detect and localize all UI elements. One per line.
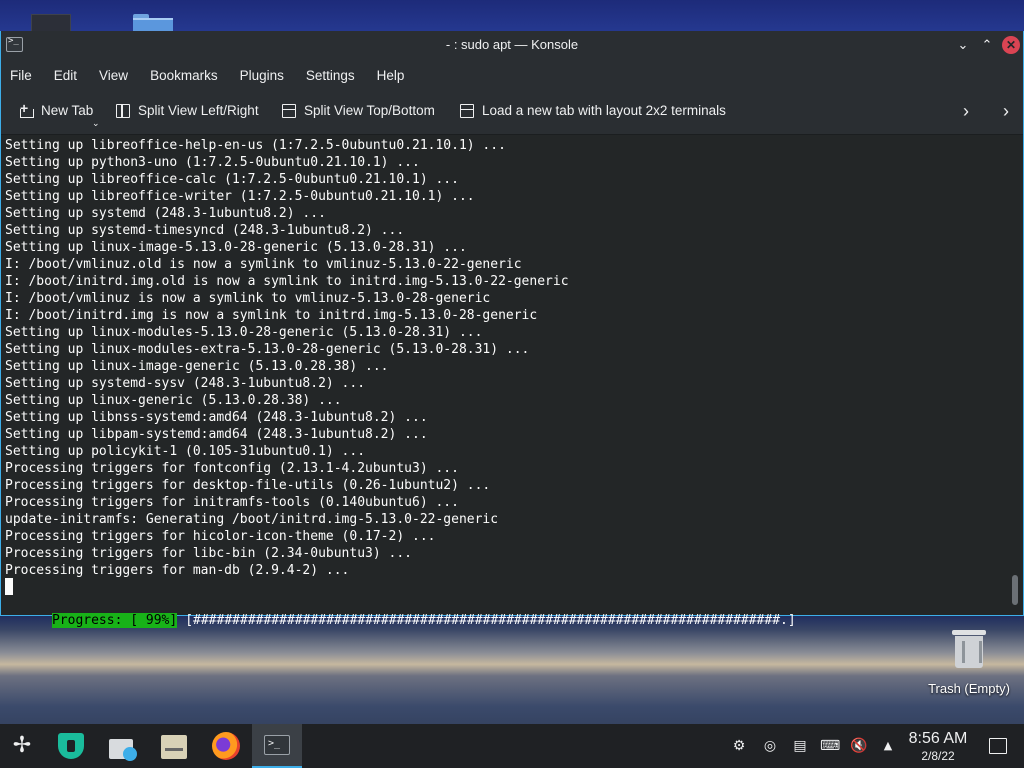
desktop-file-icon[interactable]: [31, 14, 71, 32]
terminal-line: Setting up libreoffice-help-en-us (1:7.2…: [5, 138, 506, 153]
terminal-line: Processing triggers for libc-bin (2.34-0…: [5, 546, 412, 561]
clock-date: 2/8/22: [921, 749, 955, 763]
minimize-button[interactable]: ⌄: [954, 36, 972, 54]
layout-2x2-button[interactable]: Load a new tab with layout 2x2 terminals: [460, 103, 726, 118]
terminal-line: Setting up linux-image-5.13.0-28-generic…: [5, 240, 467, 255]
menu-bar: File Edit View Bookmarks Plugins Setting…: [1, 59, 1023, 91]
terminal-line: I: /boot/initrd.img is now a symlink to …: [5, 308, 538, 323]
konsole-task-button[interactable]: >_: [252, 724, 302, 768]
window-title: - : sudo apt — Konsole: [445, 37, 579, 52]
keyboard-icon[interactable]: ⌨: [820, 737, 840, 755]
menu-edit[interactable]: Edit: [54, 68, 77, 83]
terminal-line: Setting up libpam-systemd:amd64 (248.3-1…: [5, 427, 428, 442]
chevron-right-icon[interactable]: ›: [963, 101, 969, 122]
new-tab-dropdown-icon[interactable]: ⌄: [92, 118, 100, 129]
terminal-cursor: [5, 578, 13, 595]
terminal-line: Processing triggers for desktop-file-uti…: [5, 478, 491, 493]
scrollbar-thumb[interactable]: [1012, 575, 1018, 605]
progress-label: Progress: [ 99%]: [51, 613, 178, 628]
terminal-line: Setting up systemd-timesyncd (248.3-1ubu…: [5, 223, 405, 238]
new-tab-icon: [19, 100, 34, 118]
terminal-line: I: /boot/initrd.img.old is now a symlink…: [5, 274, 569, 289]
layout-icon: [460, 103, 474, 118]
split-horizontal-icon: [282, 103, 296, 118]
maximize-button[interactable]: ⌃: [978, 36, 996, 54]
terminal-output: Setting up libreoffice-help-en-us (1:7.2…: [5, 137, 569, 579]
konsole-window: - : sudo apt — Konsole ⌄ ⌃ ✕ File Edit V…: [0, 31, 1024, 628]
toolbar: New Tab ⌄ Split View Left/Right Split Vi…: [1, 91, 1023, 135]
volume-muted-icon[interactable]: 🔇: [850, 737, 868, 755]
split-left-right-button[interactable]: Split View Left/Right: [116, 103, 259, 118]
new-tab-button[interactable]: New Tab: [19, 100, 94, 118]
software-store-icon[interactable]: [106, 730, 138, 762]
terminal-line: Setting up linux-modules-extra-5.13.0-28…: [5, 342, 530, 357]
menu-help[interactable]: Help: [377, 68, 405, 83]
tray-expand-icon[interactable]: ▲: [879, 737, 897, 755]
terminal-line: Setting up systemd-sysv (248.3-1ubuntu8.…: [5, 376, 366, 391]
terminal-line: Setting up systemd (248.3-1ubuntu8.2) ..…: [5, 206, 326, 221]
application-launcher-icon[interactable]: ✢: [6, 730, 38, 762]
trash-desktop-item[interactable]: Trash (Empty): [922, 627, 1016, 696]
show-desktop-icon[interactable]: [989, 738, 1007, 754]
terminal-line: Processing triggers for man-db (2.9.4-2)…: [5, 563, 350, 578]
clock[interactable]: 8:56 AM 2/8/22: [903, 730, 973, 764]
menu-settings[interactable]: Settings: [306, 68, 355, 83]
terminal-line: Processing triggers for initramfs-tools …: [5, 495, 459, 510]
terminal-line: Setting up python3-uno (1:7.2.5-0ubuntu0…: [5, 155, 420, 170]
split-left-right-label: Split View Left/Right: [138, 103, 259, 118]
toolbar-overflow-icon[interactable]: ›: [1003, 101, 1009, 122]
menu-bookmarks[interactable]: Bookmarks: [150, 68, 218, 83]
terminal-line: Setting up linux-modules-5.13.0-28-gener…: [5, 325, 483, 340]
firefox-icon[interactable]: [210, 730, 242, 762]
terminal-line: update-initramfs: Generating /boot/initr…: [5, 512, 499, 527]
file-manager-icon[interactable]: [158, 730, 190, 762]
title-bar[interactable]: - : sudo apt — Konsole ⌄ ⌃ ✕: [1, 31, 1023, 59]
terminal-line: Processing triggers for hicolor-icon-the…: [5, 529, 436, 544]
clock-time: 8:56 AM: [908, 730, 968, 747]
menu-plugins[interactable]: Plugins: [240, 68, 284, 83]
terminal-line: Setting up libreoffice-writer (1:7.2.5-0…: [5, 189, 475, 204]
taskbar: ✢ >_ ⚙ ◎ ▤ ⌨ 🔇 ▲ 8:56 AM 2/8/22: [0, 724, 1024, 768]
terminal-line: Setting up linux-generic (5.13.0.28.38) …: [5, 393, 342, 408]
split-top-bottom-button[interactable]: Split View Top/Bottom: [282, 103, 435, 118]
steam-tray-icon[interactable]: ⚙: [730, 737, 748, 755]
update-tray-icon[interactable]: ◎: [761, 737, 779, 755]
terminal-icon: >_: [264, 735, 290, 755]
desktop-folder-icon[interactable]: [133, 14, 173, 32]
terminal-line: Setting up linux-image-generic (5.13.0.2…: [5, 359, 389, 374]
clipboard-icon[interactable]: ▤: [791, 737, 809, 755]
terminal-view[interactable]: Setting up libreoffice-help-en-us (1:7.2…: [1, 135, 1023, 628]
terminal-line: Processing triggers for fontconfig (2.13…: [5, 461, 459, 476]
trash-icon: [952, 627, 986, 669]
terminal-line: Setting up libreoffice-calc (1:7.2.5-0ub…: [5, 172, 459, 187]
split-top-bottom-label: Split View Top/Bottom: [304, 103, 435, 118]
terminal-line: Setting up policykit-1 (0.105-31ubuntu0.…: [5, 444, 366, 459]
split-vertical-icon: [116, 103, 130, 118]
terminal-scrollbar[interactable]: [1011, 135, 1019, 615]
progress-bar: [#######################################…: [185, 613, 796, 628]
new-tab-label: New Tab: [41, 103, 94, 118]
terminal-line: I: /boot/vmlinuz is now a symlink to vml…: [5, 291, 491, 306]
trash-label: Trash (Empty): [928, 681, 1010, 696]
apt-progress: Progress: [ 99%] [#######################…: [5, 595, 796, 628]
menu-view[interactable]: View: [99, 68, 128, 83]
terminal-line: I: /boot/vmlinuz.old is now a symlink to…: [5, 257, 522, 272]
close-button[interactable]: ✕: [1002, 36, 1020, 54]
terminal-line: Setting up libnss-systemd:amd64 (248.3-1…: [5, 410, 428, 425]
layout-2x2-label: Load a new tab with layout 2x2 terminals: [482, 103, 726, 118]
discover-icon[interactable]: [55, 730, 87, 762]
menu-file[interactable]: File: [10, 68, 32, 83]
